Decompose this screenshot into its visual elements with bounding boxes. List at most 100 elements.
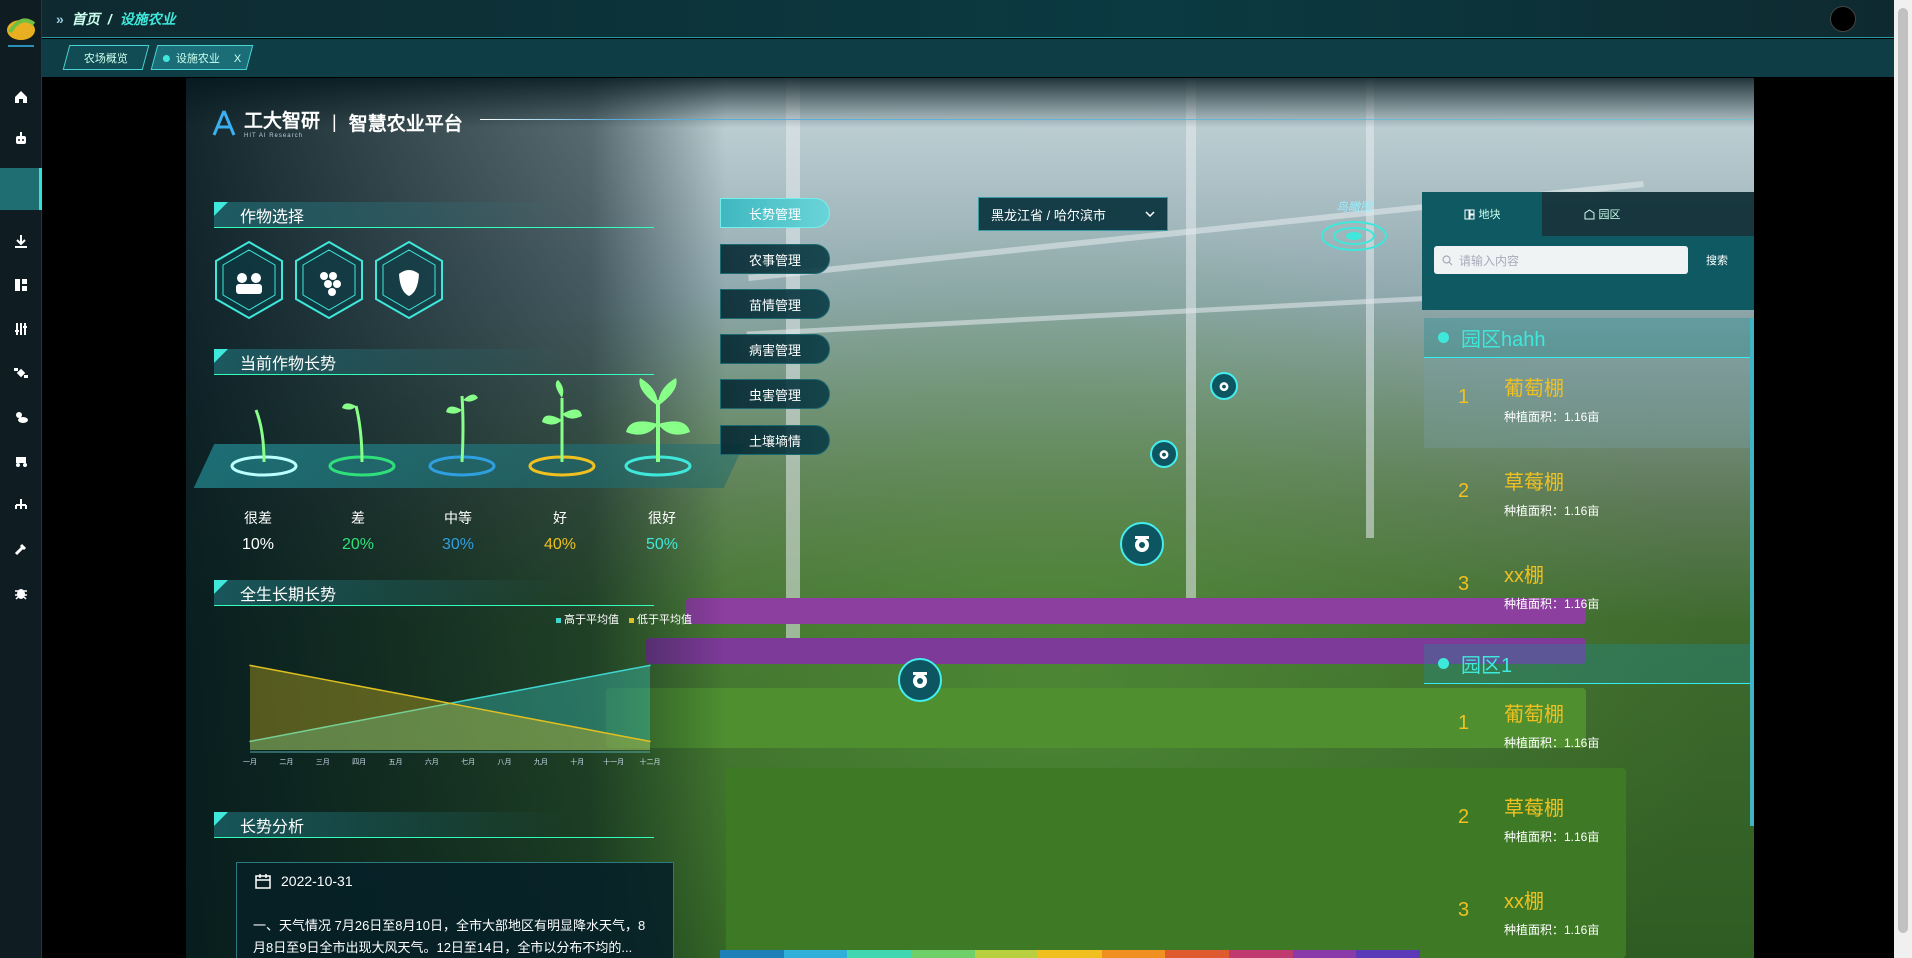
- x-tick-label: 七月: [461, 757, 475, 766]
- data-point: [431, 699, 433, 701]
- menu-seedling-management[interactable]: 苗情管理: [720, 289, 830, 319]
- data-point: [503, 712, 506, 715]
- park-icon: [1584, 208, 1594, 219]
- shed-item[interactable]: 3 xx棚 种植面积：1.16亩: [1424, 871, 1750, 958]
- search-button[interactable]: 搜索: [1706, 252, 1728, 268]
- nav-home-icon[interactable]: [0, 76, 42, 118]
- expand-menu-icon[interactable]: »: [56, 11, 64, 27]
- search-icon: [1442, 254, 1453, 265]
- x-tick-label: 五月: [388, 758, 402, 766]
- nav-spray-icon[interactable]: [0, 528, 42, 570]
- user-avatar[interactable]: [1830, 6, 1856, 32]
- menu-pest-management[interactable]: 虫害管理: [720, 379, 830, 409]
- shed-area: 种植面积：1.16亩: [1504, 504, 1600, 518]
- growth-label: 很好: [648, 510, 676, 526]
- shed-number: 3: [1458, 573, 1470, 595]
- shed-area: 种植面积：1.16亩: [1504, 410, 1600, 424]
- data-point: [540, 719, 542, 722]
- plot-side-panel: 地块 园区 请输入内容 搜索 园区hahh 1 葡萄棚 种植面积：1.16亩 2: [1422, 192, 1754, 958]
- shed-name: 葡萄棚: [1504, 704, 1564, 726]
- tab-park[interactable]: 园区: [1542, 192, 1662, 236]
- tab-close-icon[interactable]: X: [234, 53, 241, 65]
- nav-sliders-icon[interactable]: [0, 308, 42, 350]
- growth-value: 30%: [441, 536, 475, 553]
- nav-dashboard-icon[interactable]: [0, 264, 42, 306]
- scrollbar-thumb[interactable]: [1898, 8, 1908, 933]
- shed-name: xx棚: [1504, 891, 1544, 913]
- nav-bug-icon[interactable]: [0, 572, 42, 614]
- menu-disease-management[interactable]: 病害管理: [720, 334, 830, 364]
- nav-robot-icon[interactable]: [0, 118, 42, 160]
- x-tick-label: 二月: [279, 758, 293, 766]
- nav-download-icon[interactable]: [0, 220, 42, 262]
- data-point: [467, 706, 469, 708]
- shed-area: 种植面积：1.16亩: [1504, 830, 1600, 844]
- camera-marker-icon[interactable]: [1150, 440, 1178, 468]
- list-scrollbar[interactable]: [1750, 318, 1754, 826]
- x-tick-label: 四月: [352, 758, 366, 766]
- plant-poor-icon: [328, 403, 396, 477]
- tab-plot[interactable]: 地块: [1422, 192, 1542, 236]
- tab-facility-agriculture[interactable]: 设施农业 X: [150, 45, 254, 70]
- region-select[interactable]: 黑龙江省 / 哈尔滨市: [978, 197, 1168, 231]
- shed-item[interactable]: 3 xx棚 种植面积：1.16亩: [1424, 545, 1750, 635]
- data-point: [467, 699, 469, 701]
- birdview-button[interactable]: 鸟瞰图: [1318, 198, 1390, 258]
- menu-soil-moisture[interactable]: 土壤墒情: [720, 425, 830, 455]
- data-point: [612, 671, 615, 674]
- section-title-text: 全生长期长势: [240, 586, 337, 604]
- shed-item[interactable]: 2 草莓棚 种植面积：1.16亩: [1424, 778, 1750, 868]
- tab-label: 设施农业: [175, 52, 220, 65]
- crop-strawberry-icon[interactable]: [374, 240, 444, 320]
- side-tabs: 地块 园区: [1422, 192, 1754, 236]
- shed-item[interactable]: 2 草莓棚 种植面积：1.16亩: [1424, 452, 1750, 542]
- calendar-icon: [255, 874, 271, 889]
- scene-pillar: [1186, 78, 1196, 618]
- x-tick-label: 一月: [243, 758, 257, 766]
- shed-item[interactable]: 1 葡萄棚 种植面积：1.16亩: [1424, 358, 1750, 448]
- search-input[interactable]: 请输入内容: [1434, 246, 1688, 274]
- camera-marker-icon[interactable]: [1210, 372, 1238, 400]
- park-header[interactable]: 园区hahh: [1424, 318, 1750, 358]
- active-dot-icon: [162, 54, 170, 62]
- tab-farm-overview[interactable]: 农场概览: [62, 45, 150, 70]
- shed-number: 1: [1458, 386, 1470, 408]
- park-header[interactable]: 园区1: [1424, 644, 1750, 684]
- plant-very-good-icon: [624, 378, 692, 477]
- shed-item[interactable]: 1 葡萄棚 种植面积：1.16亩: [1424, 684, 1750, 774]
- data-point: [649, 664, 651, 667]
- page-scrollbar[interactable]: [1894, 0, 1912, 958]
- brand-name: 工大智研: [244, 111, 321, 132]
- data-point: [358, 685, 360, 687]
- growth-value: 20%: [341, 536, 375, 553]
- nav-satellite-icon[interactable]: [0, 352, 42, 394]
- search-area: 请输入内容 搜索: [1422, 236, 1754, 310]
- brand-english: HIT AI Research: [244, 133, 303, 139]
- x-tick-label: 三月: [316, 758, 330, 766]
- camera-marker-icon[interactable]: [898, 658, 942, 702]
- analysis-report: 2022-10-31 一、天气情况 7月26日至8月10日，全市大部地区有明显降…: [236, 862, 674, 958]
- report-text: 一、天气情况 7月26日至8月10日，全市大部地区有明显降水天气，8月8日至9日…: [253, 918, 646, 955]
- data-point: [576, 726, 579, 729]
- tab-label: 地块: [1478, 209, 1501, 221]
- shed-name: 草莓棚: [1504, 472, 1564, 494]
- nav-tractor-icon[interactable]: [0, 440, 42, 482]
- crop-grape-icon[interactable]: [294, 240, 364, 320]
- menu-growth-management[interactable]: 长势管理: [720, 198, 830, 228]
- plant-medium-icon: [428, 394, 496, 477]
- crop-vegetable-icon[interactable]: [214, 240, 284, 320]
- data-point: [649, 740, 651, 743]
- data-point: [394, 692, 397, 694]
- breadcrumb-home[interactable]: 首页: [72, 9, 100, 29]
- brand-header: 工大智研 HIT AI Research | 智慧农业平台: [212, 106, 463, 139]
- brand-separator: |: [332, 112, 337, 132]
- camera-marker-icon[interactable]: [1120, 522, 1164, 566]
- x-tick-label: 十月: [570, 757, 584, 766]
- nav-tree-icon[interactable]: [0, 484, 42, 526]
- nav-active-item[interactable]: [0, 168, 42, 210]
- hit-logo-icon: [212, 109, 236, 136]
- shed-number: 3: [1458, 899, 1470, 921]
- menu-farming-management[interactable]: 农事管理: [720, 244, 830, 274]
- growth-label: 中等: [444, 510, 472, 526]
- nav-weather-icon[interactable]: [0, 396, 42, 438]
